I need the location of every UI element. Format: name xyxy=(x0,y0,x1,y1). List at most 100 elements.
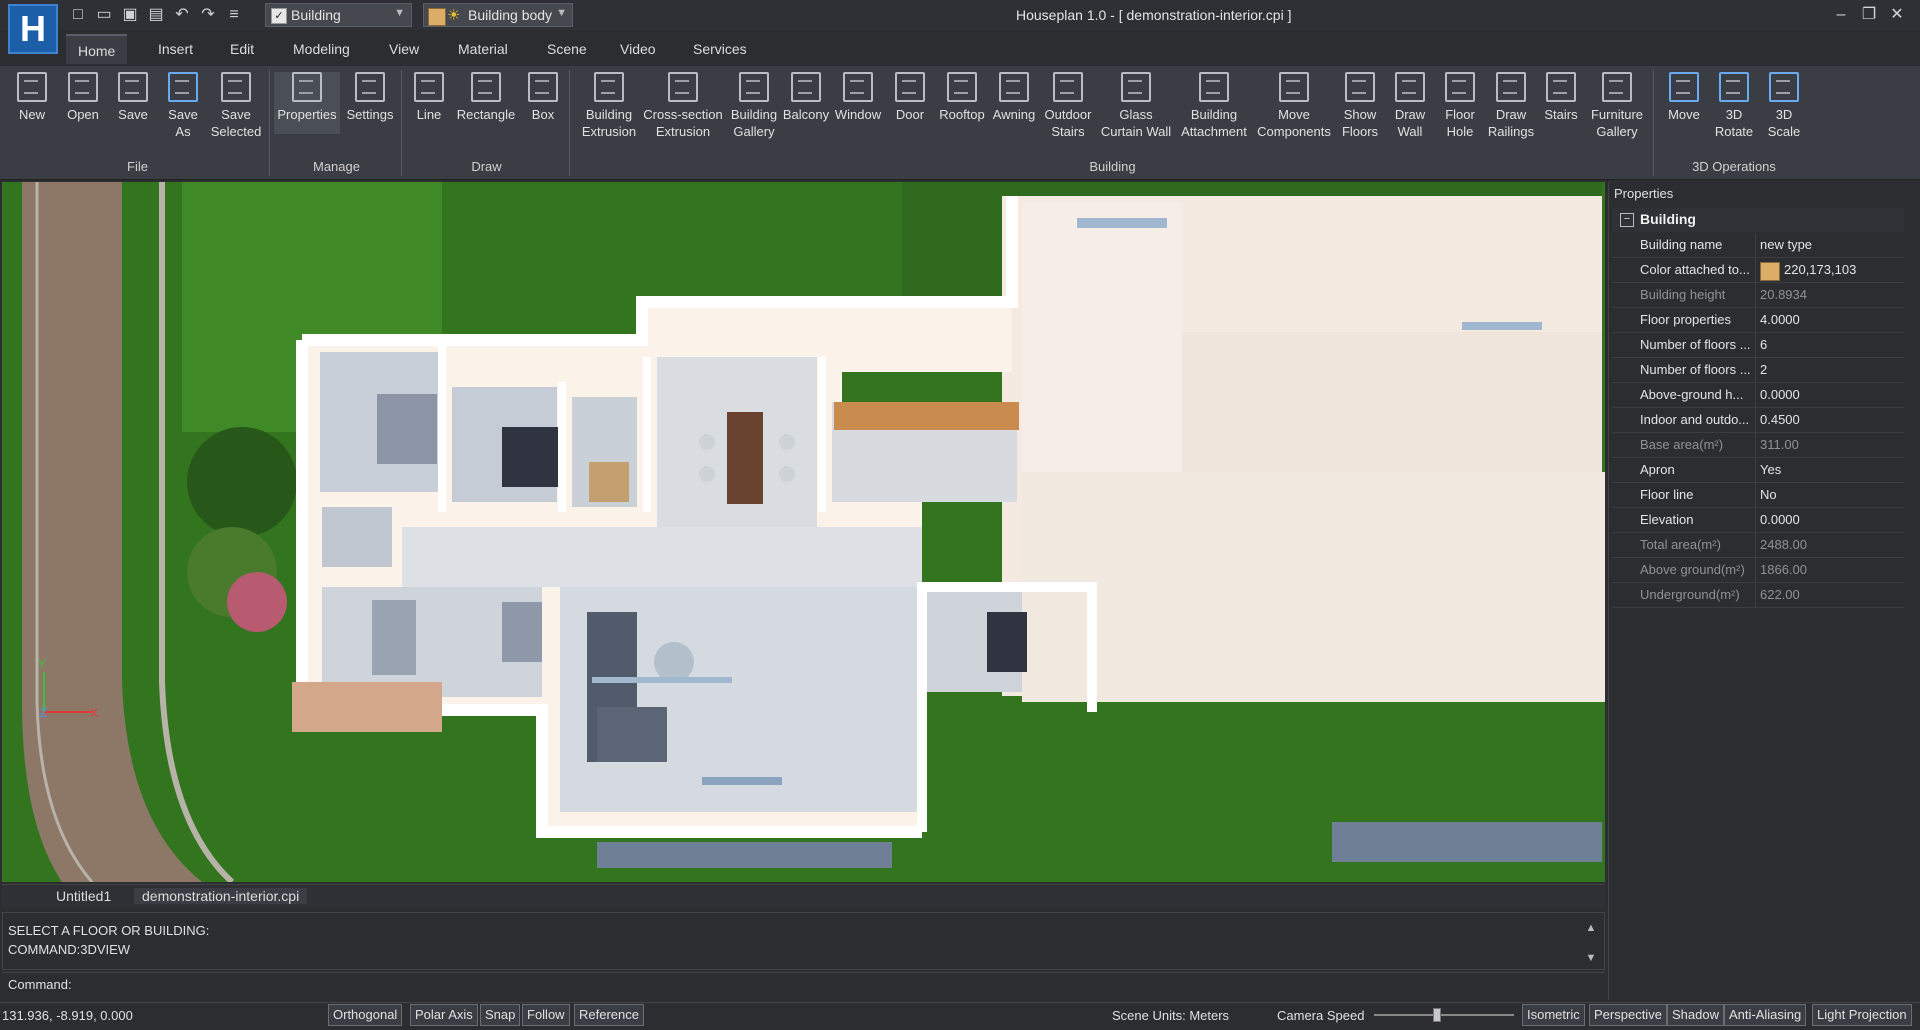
property-row[interactable]: Number of floors ... 6 xyxy=(1612,333,1904,358)
save-button[interactable]: Save xyxy=(110,72,156,123)
new-button[interactable]: New xyxy=(10,72,54,123)
redo-icon[interactable]: ↷ xyxy=(198,5,218,25)
tab-video[interactable]: Video xyxy=(608,34,668,64)
layers-icon[interactable]: ≡ xyxy=(224,5,244,25)
move-components-button[interactable]: Move Components xyxy=(1254,72,1334,140)
collapse-icon[interactable]: − xyxy=(1620,213,1634,227)
camera-speed-slider-thumb[interactable] xyxy=(1433,1008,1441,1022)
follow-toggle[interactable]: Follow xyxy=(522,1004,570,1026)
property-row[interactable]: Elevation 0.0000 xyxy=(1612,508,1904,533)
tab-services[interactable]: Services xyxy=(681,34,759,64)
property-value[interactable]: new type xyxy=(1760,237,1812,252)
building-body-combo[interactable]: ☀ Building body ▼ xyxy=(423,3,573,27)
anti-aliasing-toggle[interactable]: Anti-Aliasing xyxy=(1724,1004,1807,1026)
save-as-icon[interactable]: ▤ xyxy=(146,5,166,25)
open-folder-icon[interactable]: ▭ xyxy=(94,5,114,25)
property-value[interactable]: 20.8934 xyxy=(1760,287,1807,302)
reference-toggle[interactable]: Reference xyxy=(574,1004,644,1026)
property-row[interactable]: Building name new type xyxy=(1612,233,1904,258)
draw-wall-button[interactable]: Draw Wall xyxy=(1386,72,1434,140)
building-extrusion-button[interactable]: Building Extrusion xyxy=(576,72,642,140)
save-selected-button[interactable]: Save Selected xyxy=(208,72,264,140)
tab-insert[interactable]: Insert xyxy=(146,34,205,64)
save-icon[interactable]: ▣ xyxy=(120,5,140,25)
property-row[interactable]: Floor line No xyxy=(1612,483,1904,508)
save-as-button[interactable]: Save As xyxy=(160,72,206,140)
property-value[interactable]: 1866.00 xyxy=(1760,562,1807,577)
property-row[interactable]: Base area(m²) 311.00 xyxy=(1612,433,1904,458)
minimize-icon[interactable]: – xyxy=(1828,4,1854,26)
isometric-toggle[interactable]: Isometric xyxy=(1522,1004,1585,1026)
property-value[interactable]: 2488.00 xyxy=(1760,537,1807,552)
command-input[interactable] xyxy=(72,975,1592,995)
orthogonal-toggle[interactable]: Orthogonal xyxy=(328,1004,403,1026)
property-value[interactable]: No xyxy=(1760,487,1777,502)
3d-viewport[interactable]: Y Z X xyxy=(2,182,1605,882)
property-row[interactable]: Above ground(m²) 1866.00 xyxy=(1612,558,1904,583)
properties-button[interactable]: Properties xyxy=(274,72,340,134)
stairs-button[interactable]: Stairs xyxy=(1538,72,1584,123)
open-button[interactable]: Open xyxy=(60,72,106,123)
shadow-toggle[interactable]: Shadow xyxy=(1667,1004,1724,1026)
3d-scale-button[interactable]: 3D Scale xyxy=(1760,72,1808,140)
property-row[interactable]: Building height 20.8934 xyxy=(1612,283,1904,308)
floor-hole-button[interactable]: Floor Hole xyxy=(1436,72,1484,140)
tab-view[interactable]: View xyxy=(377,34,431,64)
app-logo[interactable]: H xyxy=(8,4,58,54)
property-row[interactable]: Total area(m²) 2488.00 xyxy=(1612,533,1904,558)
property-value[interactable]: 4.0000 xyxy=(1760,312,1800,327)
cross-section-extrusion-button[interactable]: Cross-section Extrusion xyxy=(640,72,726,140)
tab-modeling[interactable]: Modeling xyxy=(281,34,362,64)
furniture-gallery-button[interactable]: Furniture Gallery xyxy=(1584,72,1650,140)
maximize-icon[interactable]: ❐ xyxy=(1856,4,1882,26)
doc-tab-demonstration-interior[interactable]: demonstration-interior.cpi xyxy=(134,888,308,904)
tab-material[interactable]: Material xyxy=(446,34,520,64)
building-checkbox[interactable]: ✓ xyxy=(271,8,287,24)
property-value[interactable]: 2 xyxy=(1760,362,1767,377)
undo-icon[interactable]: ↶ xyxy=(172,5,192,25)
building-combo[interactable]: ✓ Building ▼ xyxy=(265,3,412,27)
awning-button[interactable]: Awning xyxy=(988,72,1040,123)
rectangle-button[interactable]: Rectangle xyxy=(454,72,518,123)
move-button[interactable]: Move xyxy=(1660,72,1708,123)
building-attachment-button[interactable]: Building Attachment xyxy=(1172,72,1256,140)
tab-home[interactable]: Home xyxy=(66,34,128,64)
property-value[interactable]: Yes xyxy=(1760,462,1781,477)
property-value[interactable]: 622.00 xyxy=(1760,587,1800,602)
line-button[interactable]: Line xyxy=(406,72,452,123)
glass-curtain-wall-button[interactable]: Glass Curtain Wall xyxy=(1096,72,1176,140)
new-file-icon[interactable]: □ xyxy=(68,5,88,25)
box-button[interactable]: Box xyxy=(520,72,566,123)
property-value[interactable]: 0.4500 xyxy=(1760,412,1800,427)
perspective-toggle[interactable]: Perspective xyxy=(1589,1004,1667,1026)
polar-axis-toggle[interactable]: Polar Axis xyxy=(410,1004,478,1026)
door-button[interactable]: Door xyxy=(890,72,930,123)
snap-toggle[interactable]: Snap xyxy=(480,1004,521,1026)
tab-scene[interactable]: Scene xyxy=(535,34,599,64)
property-row[interactable]: Indoor and outdo... 0.4500 xyxy=(1612,408,1904,433)
tab-edit[interactable]: Edit xyxy=(218,34,266,64)
property-value[interactable]: 0.0000 xyxy=(1760,387,1800,402)
settings-button[interactable]: Settings xyxy=(342,72,398,123)
doc-tab-untitled1[interactable]: Untitled1 xyxy=(56,888,111,904)
property-row[interactable]: Color attached to... 220,173,103 xyxy=(1612,258,1904,283)
rooftop-button[interactable]: Rooftop xyxy=(936,72,988,123)
property-value[interactable]: 0.0000 xyxy=(1760,512,1800,527)
property-value[interactable]: 220,173,103 xyxy=(1784,262,1856,277)
property-row[interactable]: Above-ground h... 0.0000 xyxy=(1612,383,1904,408)
3d-rotate-button[interactable]: 3D Rotate xyxy=(1710,72,1758,140)
property-row[interactable]: Underground(m²) 622.00 xyxy=(1612,583,1904,608)
outdoor-stairs-button[interactable]: Outdoor Stairs xyxy=(1040,72,1096,140)
property-value[interactable]: 6 xyxy=(1760,337,1767,352)
close-icon[interactable]: ✕ xyxy=(1884,4,1910,26)
scroll-down-icon[interactable]: ▼ xyxy=(1583,952,1599,966)
color-swatch[interactable] xyxy=(1760,262,1780,281)
property-row[interactable]: Floor properties 4.0000 xyxy=(1612,308,1904,333)
balcony-button[interactable]: Balcony xyxy=(780,72,832,123)
property-row[interactable]: Number of floors ... 2 xyxy=(1612,358,1904,383)
building-gallery-button[interactable]: Building Gallery xyxy=(726,72,782,140)
properties-section-building[interactable]: − Building xyxy=(1612,208,1904,232)
camera-speed-slider[interactable] xyxy=(1374,1014,1514,1016)
light-projection-toggle[interactable]: Light Projection xyxy=(1812,1004,1912,1026)
show-floors-button[interactable]: Show Floors xyxy=(1336,72,1384,140)
